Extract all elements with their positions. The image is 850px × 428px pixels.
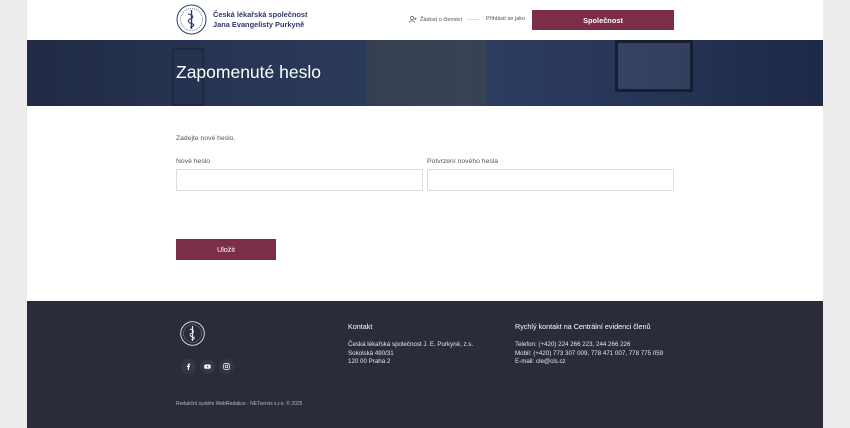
site-logo-text[interactable]: Česká lékařská společnost Jana Evangelis… (213, 10, 308, 30)
address-line-1: Česká lékařská společnost J. E. Purkyně,… (348, 341, 474, 348)
confirm-password-label: Potvrzení nového hesla (427, 158, 499, 165)
caduceus-seal-icon[interactable] (176, 4, 207, 35)
site-footer: Kontakt Česká lékařská společnost J. E. … (27, 301, 823, 428)
facebook-icon[interactable] (181, 359, 196, 374)
login-as-link[interactable]: Přihlásit se jako (486, 16, 525, 22)
youtube-icon[interactable] (200, 359, 215, 374)
society-button[interactable]: Společnost (532, 10, 674, 30)
footer-address: Česká lékařská společnost J. E. Purkyně,… (348, 341, 473, 367)
page: Česká lékařská společnost Jana Evangelis… (27, 0, 823, 428)
logo-line-1: Česká lékařská společnost (213, 10, 308, 19)
new-password-label: Nové heslo (176, 158, 211, 165)
membership-request-label: Žádost o členství (420, 16, 463, 23)
form-intro-text: Zadejte nové heslo. (176, 135, 236, 142)
footer-phone[interactable]: Telefon: (+420) 224 266 223, 244 266 226 (515, 341, 663, 350)
footer-quick-contact-heading: Rychlý kontakt na Centrální evidenci čle… (515, 322, 651, 331)
footer-email[interactable]: E-mail: cle@cls.cz (515, 358, 663, 367)
site-header: Česká lékařská společnost Jana Evangelis… (27, 0, 823, 40)
address-line-3: 120 00 Praha 2 (348, 358, 391, 365)
logo-line-2: Jana Evangelisty Purkyně (213, 20, 305, 29)
save-button[interactable]: Uložit (176, 239, 276, 260)
footer-mobile[interactable]: Mobil: (+420) 773 307 009, 778 471 007, … (515, 350, 663, 359)
user-plus-icon (409, 16, 417, 23)
page-title: Zapomenuté heslo (176, 62, 321, 82)
footer-caduceus-seal-icon[interactable] (180, 321, 205, 346)
footer-copyright[interactable]: Redakční systém WebRedakce - NETservis s… (176, 401, 302, 407)
footer-quick-contact: Telefon: (+420) 224 266 223, 244 266 226… (515, 341, 663, 367)
new-password-input[interactable] (176, 169, 423, 191)
nav-divider (467, 19, 479, 20)
confirm-password-input[interactable] (427, 169, 674, 191)
hero-banner: Zapomenuté heslo (27, 40, 823, 106)
footer-contact-heading: Kontakt (348, 322, 373, 331)
hero-overlay (27, 40, 823, 106)
membership-request-link[interactable]: Žádost o členství (409, 16, 462, 23)
address-line-2: Sokolská 490/31 (348, 349, 394, 357)
instagram-icon[interactable] (219, 359, 234, 374)
